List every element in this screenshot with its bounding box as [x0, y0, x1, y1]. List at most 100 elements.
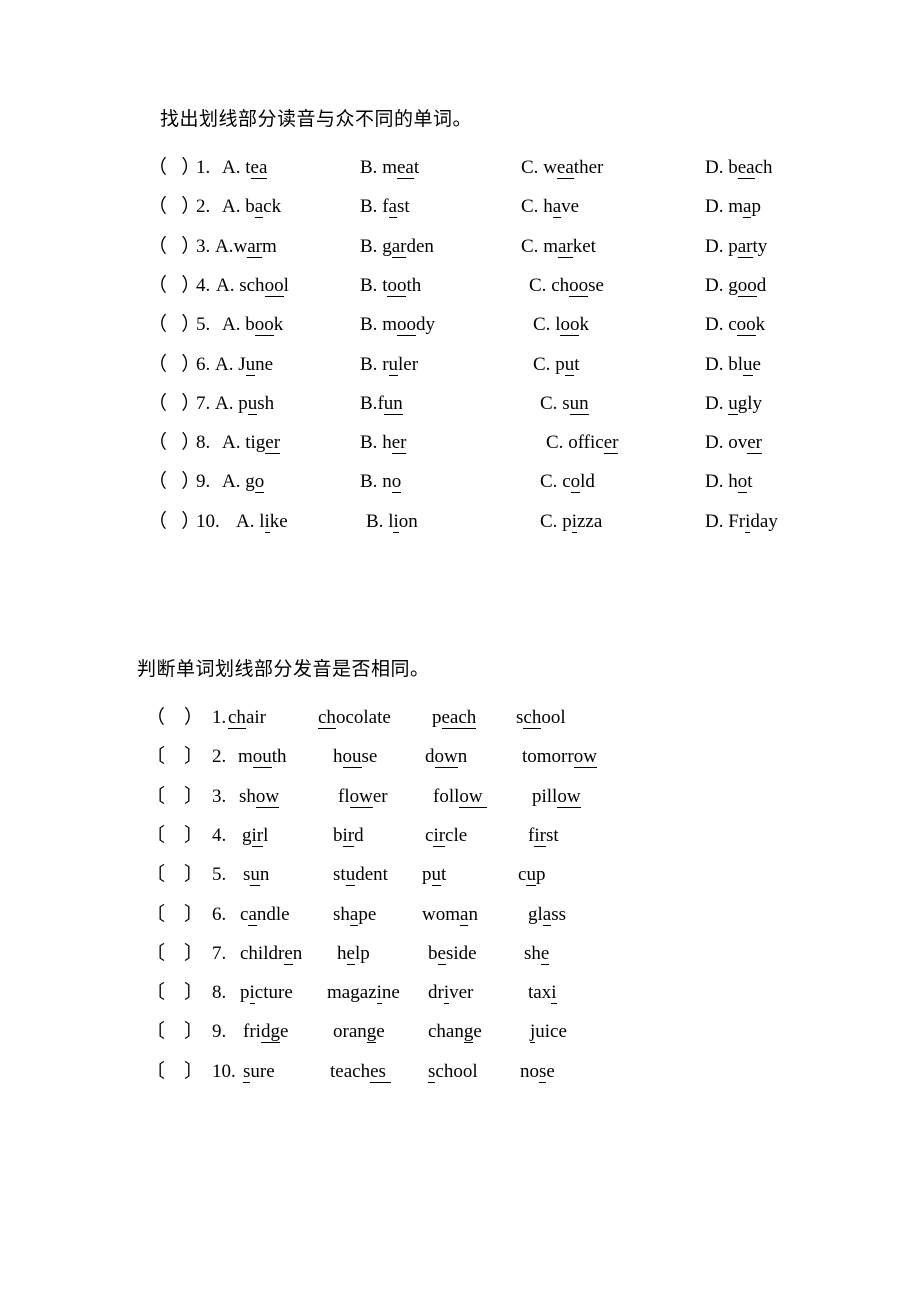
- option-choice[interactable]: B. fast: [360, 187, 410, 226]
- word-item[interactable]: children: [240, 934, 302, 973]
- option-choice[interactable]: A. go: [222, 462, 265, 501]
- answer-bracket[interactable]: （ ）: [148, 502, 200, 541]
- option-choice[interactable]: B. moody: [360, 305, 435, 344]
- word-item[interactable]: candle: [240, 895, 290, 934]
- option-choice[interactable]: A. push: [215, 384, 274, 423]
- word-item[interactable]: she: [524, 934, 550, 973]
- word-item[interactable]: teaches: [330, 1052, 391, 1091]
- word-item[interactable]: follow: [433, 777, 488, 816]
- answer-bracket[interactable]: （ ）: [148, 148, 200, 187]
- word-item[interactable]: flower: [338, 777, 388, 816]
- word-item[interactable]: down: [425, 737, 467, 776]
- answer-bracket[interactable]: 〔 〕: [146, 973, 203, 1012]
- word-item[interactable]: student: [333, 855, 388, 894]
- option-choice[interactable]: D. hot: [705, 462, 753, 501]
- word-item[interactable]: magazine: [327, 973, 400, 1012]
- answer-bracket[interactable]: 〔 〕: [146, 934, 203, 973]
- answer-bracket[interactable]: 〔 〕: [146, 737, 203, 776]
- option-choice[interactable]: B. garden: [360, 227, 434, 266]
- option-choice[interactable]: C. cold: [540, 462, 595, 501]
- option-choice[interactable]: C. market: [521, 227, 596, 266]
- option-choice[interactable]: D. blue: [705, 345, 761, 384]
- option-choice[interactable]: B. meat: [360, 148, 419, 187]
- word-item[interactable]: woman: [422, 895, 478, 934]
- word-item[interactable]: bird: [333, 816, 364, 855]
- option-choice[interactable]: B. lion: [366, 502, 418, 541]
- option-choice[interactable]: D. over: [705, 423, 762, 462]
- answer-bracket[interactable]: （ ）: [148, 423, 200, 462]
- option-choice[interactable]: B. her: [360, 423, 407, 462]
- option-choice[interactable]: A. back: [222, 187, 281, 226]
- word-item[interactable]: sun: [243, 855, 269, 894]
- option-choice[interactable]: D. good: [705, 266, 766, 305]
- option-choice[interactable]: C. look: [533, 305, 589, 344]
- word-item[interactable]: beside: [428, 934, 477, 973]
- word-item[interactable]: pillow: [532, 777, 581, 816]
- word-item[interactable]: shape: [333, 895, 376, 934]
- answer-bracket[interactable]: 〔 〕: [146, 816, 203, 855]
- answer-bracket[interactable]: 〔 〕: [146, 1052, 203, 1091]
- answer-bracket[interactable]: （ ）: [148, 305, 200, 344]
- word-item[interactable]: put: [422, 855, 446, 894]
- word-item[interactable]: orange: [333, 1012, 385, 1051]
- option-choice[interactable]: C. officer: [546, 423, 619, 462]
- word-item[interactable]: school: [428, 1052, 478, 1091]
- word-item[interactable]: school: [516, 698, 566, 737]
- word-item[interactable]: peach: [432, 698, 477, 737]
- option-choice[interactable]: B.fun: [360, 384, 403, 423]
- option-choice[interactable]: B. ruler: [360, 345, 418, 384]
- option-choice[interactable]: B. tooth: [360, 266, 421, 305]
- option-choice[interactable]: D. map: [705, 187, 761, 226]
- answer-bracket[interactable]: 〔 〕: [146, 1012, 203, 1051]
- word-item[interactable]: driver: [428, 973, 473, 1012]
- option-choice[interactable]: C. have: [521, 187, 579, 226]
- answer-bracket[interactable]: 〔 〕: [146, 855, 203, 894]
- option-choice[interactable]: A. school: [216, 266, 289, 305]
- answer-bracket[interactable]: （ ）: [148, 266, 200, 305]
- option-choice[interactable]: D. ugly: [705, 384, 762, 423]
- word-item[interactable]: circle: [425, 816, 467, 855]
- word-item[interactable]: sure: [243, 1052, 275, 1091]
- word-item[interactable]: house: [333, 737, 377, 776]
- option-choice[interactable]: C. choose: [529, 266, 604, 305]
- word-item[interactable]: girl: [242, 816, 268, 855]
- option-choice[interactable]: A. tea: [222, 148, 268, 187]
- option-choice[interactable]: A. tiger: [222, 423, 281, 462]
- word-item[interactable]: chair: [228, 698, 266, 737]
- option-choice[interactable]: D. Friday: [705, 502, 778, 541]
- word-item[interactable]: cup: [518, 855, 545, 894]
- option-choice[interactable]: A.warm: [215, 227, 277, 266]
- option-choice[interactable]: C. put: [533, 345, 579, 384]
- option-choice[interactable]: C. weather: [521, 148, 603, 187]
- answer-bracket[interactable]: （ ）: [148, 462, 200, 501]
- word-item[interactable]: show: [239, 777, 280, 816]
- option-choice[interactable]: C. sun: [540, 384, 589, 423]
- word-item[interactable]: change: [428, 1012, 482, 1051]
- answer-bracket[interactable]: （ ）: [148, 345, 200, 384]
- word-item[interactable]: chocolate: [318, 698, 391, 737]
- answer-bracket[interactable]: 〔 〕: [146, 895, 203, 934]
- option-choice[interactable]: A. book: [222, 305, 283, 344]
- option-choice[interactable]: B. no: [360, 462, 402, 501]
- word-item[interactable]: picture: [240, 973, 293, 1012]
- option-choice[interactable]: D. party: [705, 227, 767, 266]
- word-item[interactable]: first: [528, 816, 559, 855]
- option-choice[interactable]: A. June: [215, 345, 273, 384]
- answer-bracket[interactable]: （ ）: [148, 384, 200, 423]
- answer-bracket[interactable]: （ ）: [146, 698, 203, 737]
- word-item[interactable]: glass: [528, 895, 566, 934]
- answer-bracket[interactable]: （ ）: [148, 227, 200, 266]
- word-item[interactable]: help: [337, 934, 370, 973]
- word-item[interactable]: tomorrow: [522, 737, 597, 776]
- option-choice[interactable]: D. beach: [705, 148, 773, 187]
- word-item[interactable]: fridge: [243, 1012, 288, 1051]
- word-item[interactable]: juice: [530, 1012, 567, 1051]
- word-item[interactable]: taxi: [528, 973, 557, 1012]
- word-item[interactable]: nose: [520, 1052, 555, 1091]
- option-choice[interactable]: A. like: [236, 502, 288, 541]
- answer-bracket[interactable]: 〔 〕: [146, 777, 203, 816]
- answer-bracket[interactable]: （ ）: [148, 187, 200, 226]
- option-choice[interactable]: D. cook: [705, 305, 765, 344]
- word-item[interactable]: mouth: [238, 737, 287, 776]
- option-choice[interactable]: C. pizza: [540, 502, 602, 541]
